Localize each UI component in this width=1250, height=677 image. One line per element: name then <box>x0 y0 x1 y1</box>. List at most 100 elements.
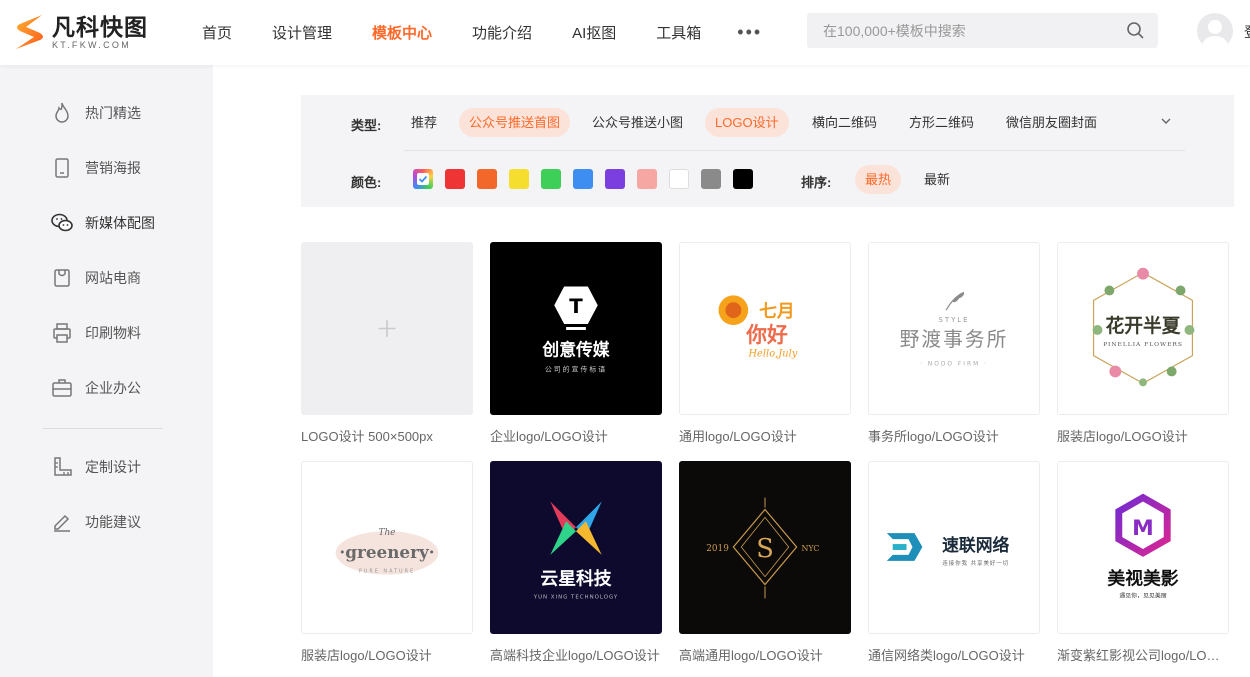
art-title: 创意传媒 <box>541 340 609 360</box>
art-subtitle: Hello,July <box>747 349 797 360</box>
sidebar-item-label: 营销海报 <box>85 160 141 176</box>
art-title: 野渡事务所 <box>900 328 1009 351</box>
template-thumb[interactable]: S 2019 NYC <box>679 461 851 634</box>
template-card[interactable]: 云星科技 YUN XING TECHNOLOGY 高端科技企业logo/LOGO… <box>490 461 662 664</box>
template-thumb[interactable]: 花开半夏 PINELLIA FLOWERS <box>1057 242 1229 415</box>
login-link[interactable]: 登 <box>1244 22 1250 42</box>
sidebar-item-ecommerce[interactable]: 网站电商 <box>50 266 141 290</box>
type-chip-recommend[interactable]: 推荐 <box>401 108 447 137</box>
template-caption: 高端通用logo/LOGO设计 <box>679 648 823 663</box>
template-thumb[interactable]: 七月 你好 Hello,July <box>679 242 851 415</box>
art-title: 花开半夏 <box>1105 314 1180 337</box>
nav-template-center[interactable]: 模板中心 <box>372 22 432 43</box>
network-arrow-logo-art: 速联网络 连接你我 共享美好一切 <box>886 533 1010 567</box>
main-nav: 首页 设计管理 模板中心 功能介绍 AI抠图 工具箱 ••• <box>202 0 802 65</box>
template-card[interactable]: 速联网络 连接你我 共享美好一切 通信网络类logo/LOGO设计 <box>868 461 1040 664</box>
flame-icon <box>55 102 69 123</box>
sidebar-item-hot[interactable]: 热门精选 <box>50 101 141 125</box>
art-subtitle: 连接你我 共享美好一切 <box>942 559 1009 567</box>
art-glyph: M <box>1132 516 1154 541</box>
template-card[interactable]: The ·greenery· PURE NATURE 服装店logo/LOGO设… <box>301 461 473 664</box>
template-thumb[interactable]: STYLE 野渡事务所 · NODO FIRM · <box>868 242 1040 415</box>
art-left: 2019 <box>706 544 729 554</box>
main-content: 类型: 推荐 公众号推送首图 公众号推送小图 LOGO设计 横向二维码 方形二维… <box>213 65 1250 677</box>
template-caption: 渐变紫红影视公司logo/LOGO设计 <box>1057 648 1229 663</box>
art-subtitle: PURE NATURE <box>359 569 415 575</box>
template-card-blank[interactable]: LOGO设计 500×500px <box>301 242 473 445</box>
type-chip-logo[interactable]: LOGO设计 <box>705 108 789 137</box>
search-box <box>807 13 1158 48</box>
color-swatch-green[interactable] <box>541 169 561 189</box>
user-icon <box>1201 20 1229 49</box>
color-label: 颜色: <box>351 175 382 190</box>
color-swatch-gray[interactable] <box>701 169 721 189</box>
color-swatch-pink[interactable] <box>637 169 657 189</box>
sort-hot-chip[interactable]: 最热 <box>855 165 902 194</box>
sidebar-item-new-media[interactable]: 新媒体配图 <box>50 211 155 235</box>
type-chip-article-cover[interactable]: 公众号推送首图 <box>459 108 571 137</box>
color-swatch-all[interactable] <box>413 169 433 189</box>
nav-ai-cutout[interactable]: AI抠图 <box>572 22 616 43</box>
sidebar-item-custom-design[interactable]: 定制设计 <box>50 455 141 479</box>
sidebar-item-feedback[interactable]: 功能建议 <box>50 510 141 534</box>
art-subtitle: 遇见你，见见美丽 <box>1119 591 1166 599</box>
user-avatar[interactable] <box>1197 13 1233 49</box>
template-caption: 通信网络类logo/LOGO设计 <box>868 648 1025 663</box>
art-top: STYLE <box>939 316 970 324</box>
nav-features[interactable]: 功能介绍 <box>472 22 532 43</box>
template-card[interactable]: M 美视美影 遇见你，见见美丽 渐变紫红影视公司logo/LOGO设计 <box>1057 461 1229 664</box>
check-icon <box>417 173 429 185</box>
template-card[interactable]: T 创意传媒 公司的宣传标语 企业logo/LOGO设计 <box>490 242 662 445</box>
type-chip-moments-cover[interactable]: 微信朋友圈封面 <box>996 108 1107 137</box>
art-subtitle: YUN XING TECHNOLOGY <box>533 594 618 600</box>
template-card[interactable]: S 2019 NYC 高端通用logo/LOGO设计 <box>679 461 851 664</box>
top-header: 凡科快图 KT.FKW.COM 首页 设计管理 模板中心 功能介绍 AI抠图 工… <box>0 0 1250 65</box>
nav-more-button[interactable]: ••• <box>737 22 762 43</box>
color-swatch-purple[interactable] <box>605 169 625 189</box>
briefcase-icon <box>52 379 72 397</box>
search-icon[interactable] <box>1126 21 1144 39</box>
template-thumb[interactable]: T 创意传媒 公司的宣传标语 <box>490 242 662 415</box>
ornament-logo-art: S 2019 NYC <box>706 497 819 599</box>
type-chip-article-small[interactable]: 公众号推送小图 <box>582 108 693 137</box>
gradient-m-logo-art: M 美视美影 遇见你，见见美丽 <box>1107 493 1179 599</box>
color-swatch-white[interactable] <box>669 169 689 189</box>
sidebar-item-label: 新媒体配图 <box>85 215 155 231</box>
color-swatch-red[interactable] <box>445 169 465 189</box>
search-input[interactable] <box>807 22 1107 39</box>
art-subtitle: 公司的宣传标语 <box>545 364 607 373</box>
nav-home[interactable]: 首页 <box>202 22 232 43</box>
template-thumb[interactable]: M 美视美影 遇见你，见见美丽 <box>1057 461 1229 634</box>
template-card[interactable]: 花开半夏 PINELLIA FLOWERS 服装店logo/LOGO设计 <box>1057 242 1229 445</box>
sidebar-item-print[interactable]: 印刷物料 <box>50 321 141 345</box>
chevron-down-icon[interactable] <box>1159 114 1173 128</box>
template-thumb[interactable]: 速联网络 连接你我 共享美好一切 <box>868 461 1040 634</box>
color-swatch-black[interactable] <box>733 169 753 189</box>
art-subtitle: · NODO FIRM · <box>920 361 988 368</box>
color-swatch-blue[interactable] <box>573 169 593 189</box>
color-swatch-orange[interactable] <box>477 169 497 189</box>
sidebar-item-label: 网站电商 <box>85 270 141 286</box>
plus-icon <box>378 320 396 337</box>
app-logo[interactable]: 凡科快图 KT.FKW.COM <box>12 10 148 54</box>
sidebar-item-office[interactable]: 企业办公 <box>50 376 141 400</box>
type-chip-square-qr[interactable]: 方形二维码 <box>899 108 984 137</box>
nav-design-manage[interactable]: 设计管理 <box>272 22 332 43</box>
sort-new-chip[interactable]: 最新 <box>914 165 960 194</box>
template-thumb[interactable] <box>301 242 473 415</box>
phone-icon <box>55 158 69 178</box>
template-caption: LOGO设计 500×500px <box>301 429 433 444</box>
nav-toolbox[interactable]: 工具箱 <box>656 22 701 43</box>
hexagon-logo-art: T 创意传媒 公司的宣传标语 <box>541 286 610 373</box>
template-card[interactable]: 七月 你好 Hello,July 通用logo/LOGO设计 <box>679 242 851 445</box>
sidebar-item-marketing-poster[interactable]: 营销海报 <box>50 156 141 180</box>
template-card[interactable]: STYLE 野渡事务所 · NODO FIRM · 事务所logo/LOGO设计 <box>868 242 1040 445</box>
art-top: The <box>379 528 396 538</box>
color-swatch-yellow[interactable] <box>509 169 529 189</box>
template-caption: 企业logo/LOGO设计 <box>490 429 608 444</box>
art-title: 云星科技 <box>540 568 611 590</box>
type-chip-horizontal-qr[interactable]: 横向二维码 <box>802 108 887 137</box>
shopping-bag-icon <box>54 269 70 287</box>
template-thumb[interactable]: The ·greenery· PURE NATURE <box>301 461 473 634</box>
template-thumb[interactable]: 云星科技 YUN XING TECHNOLOGY <box>490 461 662 634</box>
